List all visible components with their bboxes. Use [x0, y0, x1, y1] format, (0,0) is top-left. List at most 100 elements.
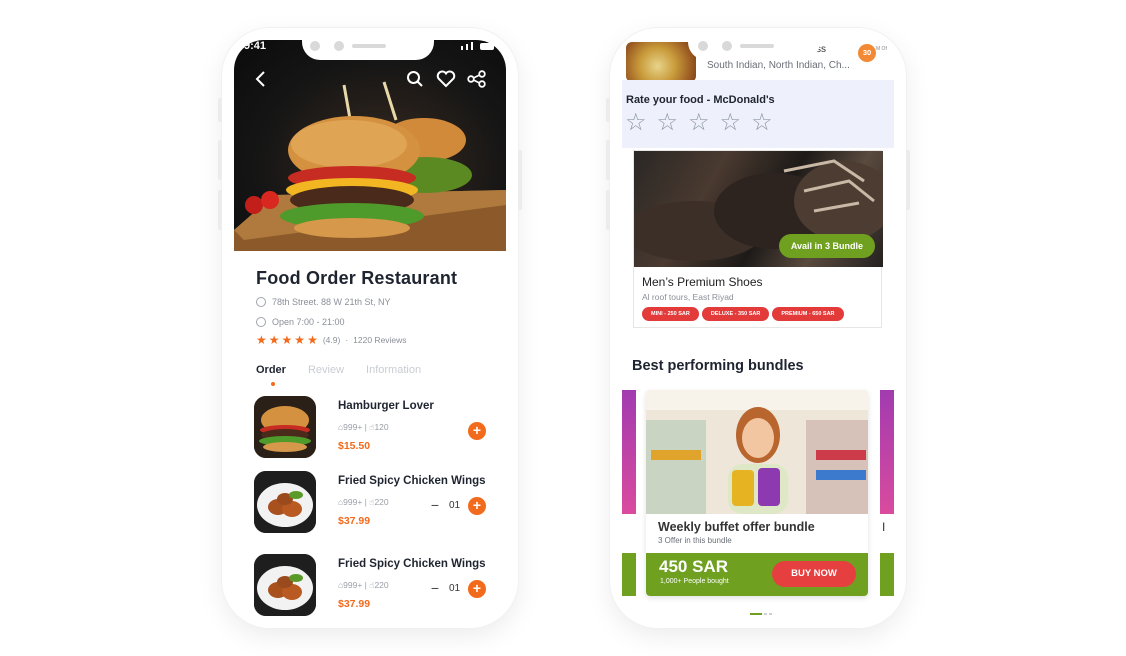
meta-separator: | [364, 580, 367, 590]
star-outline-icon[interactable]: ☆ [688, 111, 710, 135]
rate-food-title: Rate your food - McDonald's [626, 94, 775, 106]
tab-order[interactable]: Order [256, 364, 286, 376]
increase-button[interactable]: + [468, 497, 486, 515]
menu-item-meta: ⌂999+ | ☝220 [338, 580, 389, 591]
bundle-price-bar: 450 SAR 1,000+ People bought BUY NOW [646, 553, 868, 596]
quantity-value: 01 [449, 500, 461, 511]
clock-icon [256, 317, 266, 327]
rating-value: (4.9) [322, 335, 341, 345]
meta-separator: | [364, 422, 367, 432]
tab-review[interactable]: Review [308, 364, 344, 376]
menu-item-name: Hamburger Lover [338, 400, 434, 412]
menu-item-name: Fried Spicy Chicken Wings [338, 558, 486, 570]
rating-separator: · [345, 335, 349, 345]
camera-dot [310, 41, 320, 51]
heart-icon[interactable] [436, 70, 456, 93]
peek-title-fragment: I [882, 520, 886, 534]
carousel-dot[interactable] [769, 613, 772, 615]
price-options: MINI - 250 SAR DELUXE - 350 SAR PREMIUM … [642, 307, 844, 321]
phone-side-button [218, 98, 222, 122]
restaurant-name: Food Order Restaurant [256, 268, 458, 288]
menu-item-name: Fried Spicy Chicken Wings [338, 475, 486, 487]
status-bar-icons [461, 42, 494, 50]
bundle-card[interactable]: Weekly buffet offer bundle 3 Offer in th… [646, 390, 868, 596]
phone-side-button [218, 140, 222, 180]
carousel-dot-active[interactable] [750, 613, 762, 615]
address-text: 78th Street. 88 W 21th St, NY [272, 297, 391, 307]
menu-item-meta: ⌂999+ | ☝120 [338, 422, 389, 433]
restaurant-cuisine: South Indian, North Indian, Ch... [707, 60, 850, 71]
share-icon[interactable] [467, 70, 487, 93]
star-icon: ★ [294, 333, 306, 347]
section-title: Best performing bundles [632, 358, 804, 374]
decrease-button[interactable]: − [428, 498, 442, 513]
star-icon: ★ [256, 333, 267, 347]
signal-icon [466, 44, 468, 50]
star-outline-icon[interactable]: ☆ [625, 111, 647, 135]
quantity-value: 01 [449, 583, 461, 594]
star-outline-icon[interactable]: ☆ [657, 111, 679, 135]
buy-now-button[interactable]: BUY NOW [772, 561, 856, 587]
hero-image-burger [234, 40, 506, 251]
camera-dot [722, 41, 732, 51]
speaker-slot [352, 44, 386, 48]
star-icon: ★ [268, 333, 280, 347]
like-count: 120 [374, 422, 389, 432]
camera-dot [698, 41, 708, 51]
offer-badge-text: M Of [876, 46, 887, 52]
phone-frame-right: ss South Indian, North Indian, Ch... 30 … [610, 28, 906, 628]
phone-notch [688, 34, 820, 60]
bundle-card-peek-left[interactable] [622, 390, 636, 596]
phone-side-button [606, 140, 610, 180]
speaker-slot [740, 44, 774, 48]
price-pill-premium[interactable]: PREMIUM - 650 SAR [772, 307, 844, 321]
menu-item[interactable]: Fried Spicy Chicken Wings ⌂999+ | ☝220 $… [252, 554, 498, 620]
restaurant-thumbnail [626, 42, 696, 82]
bundle-buyers: 1,000+ People bought [660, 578, 729, 585]
bundle-card-peek-right[interactable]: I [880, 390, 894, 596]
rating-stars: ☆ ☆ ☆ ☆ ☆ [625, 111, 773, 135]
status-bar-time: 9:41 [244, 40, 267, 52]
address-row: 78th Street. 88 W 21th St, NY [256, 297, 391, 307]
order-count: 999+ [343, 580, 363, 590]
menu-item[interactable]: Fried Spicy Chicken Wings ⌂999+ | ☝220 $… [252, 471, 498, 537]
star-icon: ★ [281, 333, 293, 347]
burger-illustration [234, 81, 506, 251]
carousel-indicator [750, 613, 772, 615]
signal-icon [471, 42, 473, 50]
price-pill-deluxe[interactable]: DELUXE - 350 SAR [701, 307, 770, 321]
meta-separator: | [364, 497, 367, 507]
increase-button[interactable]: + [468, 580, 486, 598]
like-count: 220 [374, 497, 389, 507]
bundle-price: 450 SAR [659, 557, 728, 576]
tab-information[interactable]: Information [366, 364, 421, 376]
food-thumbnail-burger [254, 396, 316, 458]
menu-item-price: $37.99 [338, 598, 371, 610]
back-arrow-icon[interactable] [254, 70, 268, 93]
product-subtitle: Al roof tours, East Riyad [642, 292, 734, 302]
add-button[interactable]: + [468, 422, 486, 440]
battery-icon [480, 43, 494, 50]
phone-side-button [606, 190, 610, 230]
star-outline-icon[interactable]: ☆ [720, 111, 742, 135]
phone-side-button [218, 190, 222, 230]
hours-row: Open 7:00 - 21:00 [256, 317, 345, 327]
active-tab-indicator [271, 382, 275, 386]
product-title: Men’s Premium Shoes [642, 275, 763, 289]
menu-item-price: $15.50 [338, 440, 371, 452]
avail-bundle-button[interactable]: Avail in 3 Bundle [778, 234, 875, 258]
phone-notch [302, 34, 434, 60]
product-card[interactable]: Avail in 3 Bundle Men’s Premium Shoes Al… [633, 150, 883, 328]
price-pill-mini[interactable]: MINI - 250 SAR [642, 307, 699, 321]
decrease-button[interactable]: − [428, 581, 442, 596]
carousel-dot[interactable] [764, 613, 767, 615]
location-icon [256, 297, 266, 307]
offer-badge: 30 [858, 44, 876, 62]
star-icon: ★ [307, 333, 318, 347]
search-icon[interactable] [406, 70, 424, 93]
menu-item-price: $37.99 [338, 515, 371, 527]
phone-side-button [606, 98, 610, 122]
star-outline-icon[interactable]: ☆ [751, 111, 773, 135]
menu-item[interactable]: Hamburger Lover ⌂999+ | ☝120 $15.50 + [252, 396, 498, 462]
tab-bar: Order Review Information [256, 364, 421, 376]
